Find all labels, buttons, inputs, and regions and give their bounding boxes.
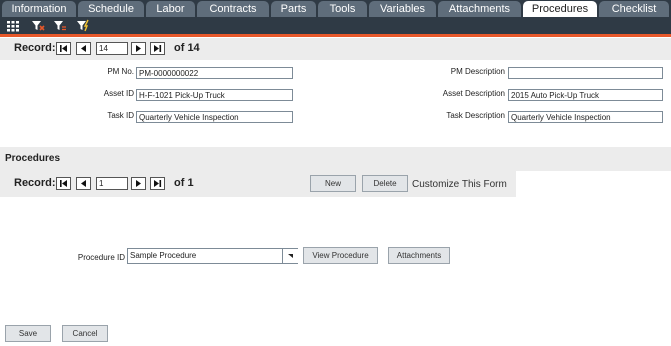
- record-label: Record:: [14, 42, 56, 54]
- tab-attachments[interactable]: Attachments: [438, 1, 521, 17]
- grid-icon[interactable]: [6, 19, 20, 32]
- prev-record-button[interactable]: [76, 42, 91, 55]
- pm-description-label: PM Description: [450, 67, 505, 76]
- task-id-field[interactable]: Quarterly Vehicle Inspection: [136, 111, 293, 123]
- procedures-first-button[interactable]: [56, 177, 71, 190]
- procedures-record-total: of 1: [174, 177, 194, 189]
- pm-no-field[interactable]: PM-0000000022: [136, 67, 293, 79]
- clear-filter-icon[interactable]: [31, 19, 45, 32]
- apply-filter-icon[interactable]: [76, 19, 90, 32]
- save-button[interactable]: Save: [5, 325, 51, 342]
- tab-parts[interactable]: Parts: [271, 1, 316, 17]
- tab-labor[interactable]: Labor: [146, 1, 195, 17]
- prev-icon: [81, 180, 86, 187]
- toolbar: [0, 17, 671, 37]
- tab-bar: Information Schedule Labor Contracts Par…: [0, 0, 671, 17]
- procedures-title: Procedures: [5, 153, 61, 164]
- record-total: of 14: [174, 42, 200, 54]
- procedures-header: [0, 147, 671, 171]
- asset-description-label: Asset Description: [442, 89, 505, 98]
- tab-schedule[interactable]: Schedule: [78, 1, 144, 17]
- procedures-last-button[interactable]: [150, 177, 165, 190]
- procedure-id-select[interactable]: Sample Procedure: [127, 248, 298, 264]
- chevron-down-icon: [288, 254, 293, 258]
- pm-no-label: PM No.: [107, 67, 134, 76]
- filter-icon[interactable]: [53, 19, 67, 32]
- last-icon: [154, 180, 162, 187]
- first-icon: [60, 180, 67, 187]
- customize-form-link[interactable]: Customize This Form: [412, 179, 507, 190]
- last-record-button[interactable]: [150, 42, 165, 55]
- procedure-id-label: Procedure ID: [77, 253, 125, 262]
- next-record-button[interactable]: [131, 42, 146, 55]
- asset-id-field[interactable]: H-F-1021 Pick-Up Truck: [136, 89, 293, 101]
- asset-id-label: Asset ID: [103, 89, 134, 98]
- last-icon: [154, 45, 162, 52]
- tab-contracts[interactable]: Contracts: [197, 1, 269, 17]
- dropdown-button[interactable]: [282, 249, 298, 263]
- pm-description-field[interactable]: [508, 67, 663, 79]
- asset-description-field[interactable]: 2015 Auto Pick-Up Truck: [508, 89, 663, 101]
- procedures-record-label: Record:: [14, 177, 56, 189]
- view-procedure-button[interactable]: View Procedure: [303, 247, 378, 264]
- procedures-prev-button[interactable]: [76, 177, 91, 190]
- task-description-label: Task Description: [446, 111, 505, 120]
- cancel-button[interactable]: Cancel: [62, 325, 108, 342]
- procedure-id-value: Sample Procedure: [130, 251, 197, 260]
- tab-tools[interactable]: Tools: [318, 1, 367, 17]
- tab-procedures[interactable]: Procedures: [523, 1, 597, 17]
- first-record-button[interactable]: [56, 42, 71, 55]
- task-description-field[interactable]: Quarterly Vehicle Inspection: [508, 111, 663, 123]
- delete-button[interactable]: Delete: [362, 175, 408, 192]
- attachments-button[interactable]: Attachments: [388, 247, 450, 264]
- prev-icon: [81, 45, 86, 52]
- procedures-next-button[interactable]: [131, 177, 146, 190]
- tab-variables[interactable]: Variables: [369, 1, 436, 17]
- tab-information[interactable]: Information: [2, 1, 76, 17]
- record-number-input[interactable]: 14: [96, 42, 128, 55]
- tab-checklist[interactable]: Checklist: [599, 1, 669, 17]
- new-button[interactable]: New: [310, 175, 356, 192]
- next-icon: [136, 180, 141, 187]
- task-id-label: Task ID: [107, 111, 134, 120]
- next-icon: [136, 45, 141, 52]
- first-icon: [60, 45, 67, 52]
- procedures-record-input[interactable]: 1: [96, 177, 128, 190]
